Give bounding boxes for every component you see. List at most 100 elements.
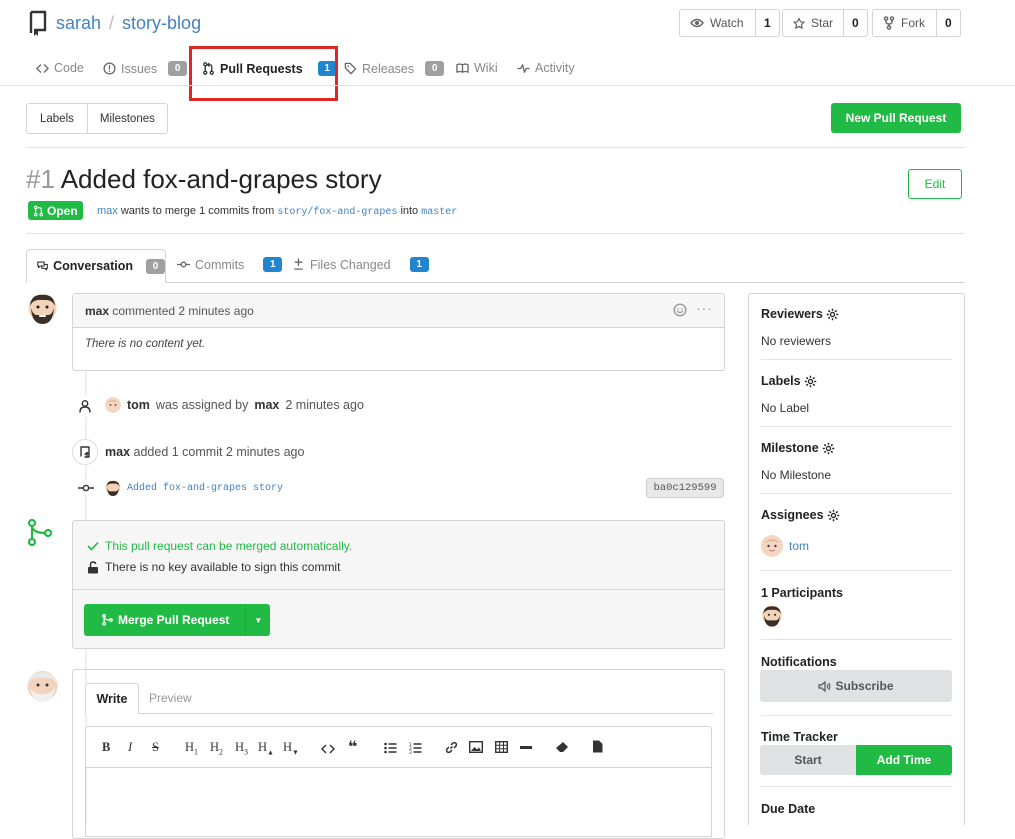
watch-button-group[interactable]: Watch 1	[679, 9, 780, 37]
unlock-icon	[88, 560, 98, 573]
watch-label: Watch	[710, 16, 744, 30]
sidebar-divider	[761, 426, 952, 427]
star-button[interactable]: Star	[783, 10, 843, 36]
italic-button[interactable]: I	[128, 740, 132, 755]
tab-activity-label: Activity	[535, 61, 575, 75]
heading-2-button[interactable]: H2	[210, 740, 223, 757]
milestones-button[interactable]: Milestones	[86, 104, 167, 133]
file-icon[interactable]	[592, 740, 603, 753]
merge-button-group: Merge Pull Request ▼	[84, 604, 271, 636]
reviewers-heading[interactable]: Reviewers	[761, 307, 839, 321]
horizontal-rule-icon[interactable]	[520, 746, 532, 749]
emoji-reaction-icon[interactable]	[673, 303, 687, 317]
head-branch-link[interactable]: story/fox-and-grapes	[277, 207, 397, 218]
star-label: Star	[810, 16, 833, 30]
participant-avatar-max[interactable]	[761, 605, 783, 628]
start-timer-button[interactable]: Start	[760, 745, 856, 775]
merge-status-row: This pull request can be merged automati…	[87, 539, 352, 553]
tab-commits-label: Commits	[195, 257, 245, 272]
push-user[interactable]: max	[105, 445, 130, 459]
add-time-button[interactable]: Add Time	[856, 745, 952, 775]
assignees-heading[interactable]: Assignees	[761, 508, 840, 522]
gear-icon[interactable]	[826, 308, 839, 321]
tab-conversation[interactable]: Conversation 0	[26, 249, 166, 283]
edit-button[interactable]: Edit	[908, 169, 962, 199]
subscribe-label: Subscribe	[835, 679, 894, 693]
time-tracker-heading: Time Tracker	[761, 730, 838, 744]
comment-author[interactable]: max	[85, 304, 109, 318]
issue-icon	[103, 62, 116, 75]
strikethrough-button[interactable]: S	[152, 740, 159, 755]
assignees-title: Assignees	[761, 508, 824, 522]
due-date-heading: Due Date	[761, 802, 816, 816]
repo-owner-link[interactable]: sarah	[56, 13, 101, 34]
pr-author-link[interactable]: max	[97, 205, 118, 217]
fork-button[interactable]: Fork	[873, 10, 936, 36]
fork-button-group[interactable]: Fork 0	[872, 9, 961, 37]
commit-sha-button[interactable]: ba0c129599	[646, 478, 724, 498]
tab-activity[interactable]: Activity	[517, 61, 575, 75]
code-icon[interactable]	[321, 743, 335, 755]
eraser-icon[interactable]	[555, 741, 569, 753]
table-icon[interactable]	[495, 741, 508, 753]
image-icon[interactable]	[469, 741, 483, 753]
ordered-list-icon[interactable]: 123	[409, 742, 422, 754]
push-event: max added 1 commit 2 minutes ago	[105, 445, 304, 459]
heading-smaller-button[interactable]: H▼	[283, 740, 299, 757]
base-branch-link[interactable]: master	[421, 207, 457, 218]
current-user-avatar[interactable]	[26, 669, 59, 703]
gear-icon[interactable]	[827, 509, 840, 522]
tab-commits[interactable]: Commits 1	[177, 257, 283, 272]
reviewers-value: No reviewers	[761, 334, 832, 348]
commits-count-badge: 1	[263, 257, 283, 272]
gear-icon[interactable]	[804, 375, 817, 388]
assignee-name-link: tom	[789, 539, 810, 553]
labels-heading[interactable]: Labels	[761, 374, 817, 388]
link-icon[interactable]	[445, 741, 458, 754]
more-options-icon[interactable]: ···	[696, 300, 713, 316]
releases-count-badge: 0	[425, 61, 445, 76]
assignee-item[interactable]: tom	[761, 535, 809, 557]
heading-bigger-button[interactable]: H▲	[258, 740, 274, 757]
heading-1-button[interactable]: H1	[185, 740, 198, 757]
quote-icon[interactable]: ❝	[348, 737, 357, 757]
pr-title-row: #1 Added fox-and-grapes story	[26, 164, 382, 195]
gear-icon[interactable]	[822, 442, 835, 455]
commit-message-link[interactable]: Added fox-and-grapes story	[127, 483, 283, 494]
tab-issues[interactable]: Issues 0	[103, 61, 188, 76]
tab-wiki-label: Wiki	[474, 61, 498, 75]
merge-style-dropdown[interactable]: ▼	[245, 604, 271, 636]
repo-push-icon	[80, 446, 90, 458]
milestone-heading[interactable]: Milestone	[761, 441, 835, 455]
assignee-name[interactable]: tom	[127, 398, 150, 412]
merge-button-label: Merge Pull Request	[118, 613, 230, 627]
commit-author-avatar[interactable]	[105, 480, 121, 497]
tab-files-changed[interactable]: Files Changed 1	[292, 257, 429, 272]
watch-button[interactable]: Watch	[680, 10, 755, 36]
heading-smaller-letter: H	[283, 740, 293, 754]
assigner-name[interactable]: max	[254, 398, 279, 412]
tab-releases[interactable]: Releases 0	[344, 61, 445, 76]
person-icon	[79, 400, 91, 413]
new-pull-request-button[interactable]: New Pull Request	[831, 103, 961, 133]
editor-textarea[interactable]	[85, 767, 712, 837]
bold-button[interactable]: B	[102, 740, 110, 755]
unordered-list-icon[interactable]	[384, 742, 397, 754]
merge-pull-request-button[interactable]: Merge Pull Request	[84, 604, 246, 636]
pr-merge-text: wants to merge 1 commits from	[120, 205, 275, 217]
tab-code[interactable]: Code	[36, 61, 84, 75]
fork-icon	[883, 16, 895, 30]
heading-3-button[interactable]: H3	[235, 740, 248, 757]
labels-button[interactable]: Labels	[27, 104, 87, 133]
avatar-tom[interactable]	[105, 397, 121, 413]
avatar-max[interactable]	[27, 293, 58, 326]
star-button-group[interactable]: Star 0	[782, 9, 868, 37]
subscribe-button[interactable]: Subscribe	[760, 670, 952, 702]
sidebar-divider	[761, 359, 952, 360]
tab-write[interactable]: Write	[85, 683, 139, 714]
tab-wiki[interactable]: Wiki	[456, 61, 498, 75]
sidebar-divider	[761, 715, 952, 716]
tab-preview[interactable]: Preview	[149, 691, 192, 705]
repo-name-link[interactable]: story-blog	[122, 13, 201, 34]
star-count: 0	[843, 10, 867, 36]
